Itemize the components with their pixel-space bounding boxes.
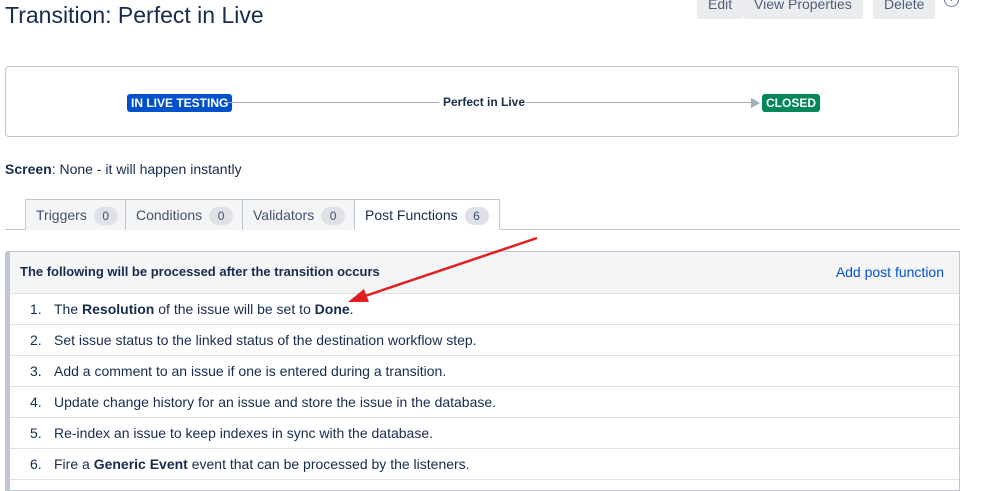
page-title: Transition: Perfect in Live xyxy=(5,2,264,28)
tab-label: Validators xyxy=(253,207,315,223)
delete-button[interactable]: Delete xyxy=(873,0,936,19)
item-number: 6. xyxy=(30,456,42,472)
item-text: Set issue status to the linked status of… xyxy=(54,332,477,348)
item-text: Re-index an issue to keep indexes in syn… xyxy=(54,425,434,441)
from-status-lozenge: IN LIVE TESTING xyxy=(127,94,233,112)
post-functions-header: The following will be processed after th… xyxy=(10,252,959,294)
screen-info: Screen: None - it will happen instantly xyxy=(5,161,242,177)
item-text: Add a comment to an issue if one is ente… xyxy=(54,363,447,379)
list-item[interactable]: 2. Set issue status to the linked status … xyxy=(10,325,959,356)
item-field-value: Done xyxy=(314,301,350,317)
screen-value: : None - it will happen instantly xyxy=(51,161,242,177)
item-text: event that can be processed by the liste… xyxy=(187,456,470,472)
list-item[interactable]: 3. Add a comment to an issue if one is en… xyxy=(10,356,959,387)
item-number: 3. xyxy=(30,363,42,379)
item-text: The xyxy=(54,301,83,317)
add-post-function-link[interactable]: Add post function xyxy=(836,264,944,280)
screen-label: Screen xyxy=(5,161,52,177)
diagram-line-left xyxy=(225,102,439,103)
item-text: . xyxy=(349,301,354,317)
tab-count-badge: 0 xyxy=(209,207,234,225)
tab-triggers[interactable]: Triggers 0 xyxy=(25,199,129,230)
tab-count-badge: 0 xyxy=(321,207,346,225)
view-properties-button[interactable]: View Properties xyxy=(743,0,863,19)
item-text: Update change history for an issue and s… xyxy=(54,394,497,410)
post-functions-list: 1. The Resolution of the issue will be se… xyxy=(10,294,959,480)
item-number: 5. xyxy=(30,425,42,441)
item-text: of the issue will be set to xyxy=(154,301,315,317)
edit-button[interactable]: Edit xyxy=(697,0,744,19)
tab-label: Conditions xyxy=(136,207,203,223)
list-item[interactable]: 6. Fire a Generic Event event that can be… xyxy=(10,449,959,480)
tab-count-badge: 6 xyxy=(464,207,489,225)
transition-diagram: IN LIVE TESTING Perfect in Live CLOSED xyxy=(5,66,959,137)
item-number: 4. xyxy=(30,394,42,410)
help-icon[interactable]: ? xyxy=(944,0,959,7)
list-item[interactable]: 4. Update change history for an issue and… xyxy=(10,387,959,418)
diagram-line-right xyxy=(526,102,752,103)
list-item[interactable]: 5. Re-index an issue to keep indexes in s… xyxy=(10,418,959,449)
diagram-arrowhead-icon xyxy=(751,98,760,108)
transition-name-label: Perfect in Live xyxy=(443,95,526,109)
item-field-name: Resolution xyxy=(82,301,155,317)
tab-conditions[interactable]: Conditions 0 xyxy=(125,199,245,230)
item-text: Fire a xyxy=(54,456,94,472)
tab-label: Post Functions xyxy=(365,207,458,223)
tab-label: Triggers xyxy=(36,207,87,223)
item-number: 1. xyxy=(30,301,42,317)
post-functions-panel: The following will be processed after th… xyxy=(5,251,960,491)
tab-post-functions[interactable]: Post Functions 6 xyxy=(354,199,500,230)
tab-count-badge: 0 xyxy=(93,207,118,225)
post-functions-title: The following will be processed after th… xyxy=(20,264,380,279)
item-event-name: Generic Event xyxy=(93,456,188,472)
tab-validators[interactable]: Validators 0 xyxy=(242,199,357,230)
list-item[interactable]: 1. The Resolution of the issue will be se… xyxy=(10,294,959,325)
to-status-lozenge: CLOSED xyxy=(762,94,821,112)
item-number: 2. xyxy=(30,332,42,348)
